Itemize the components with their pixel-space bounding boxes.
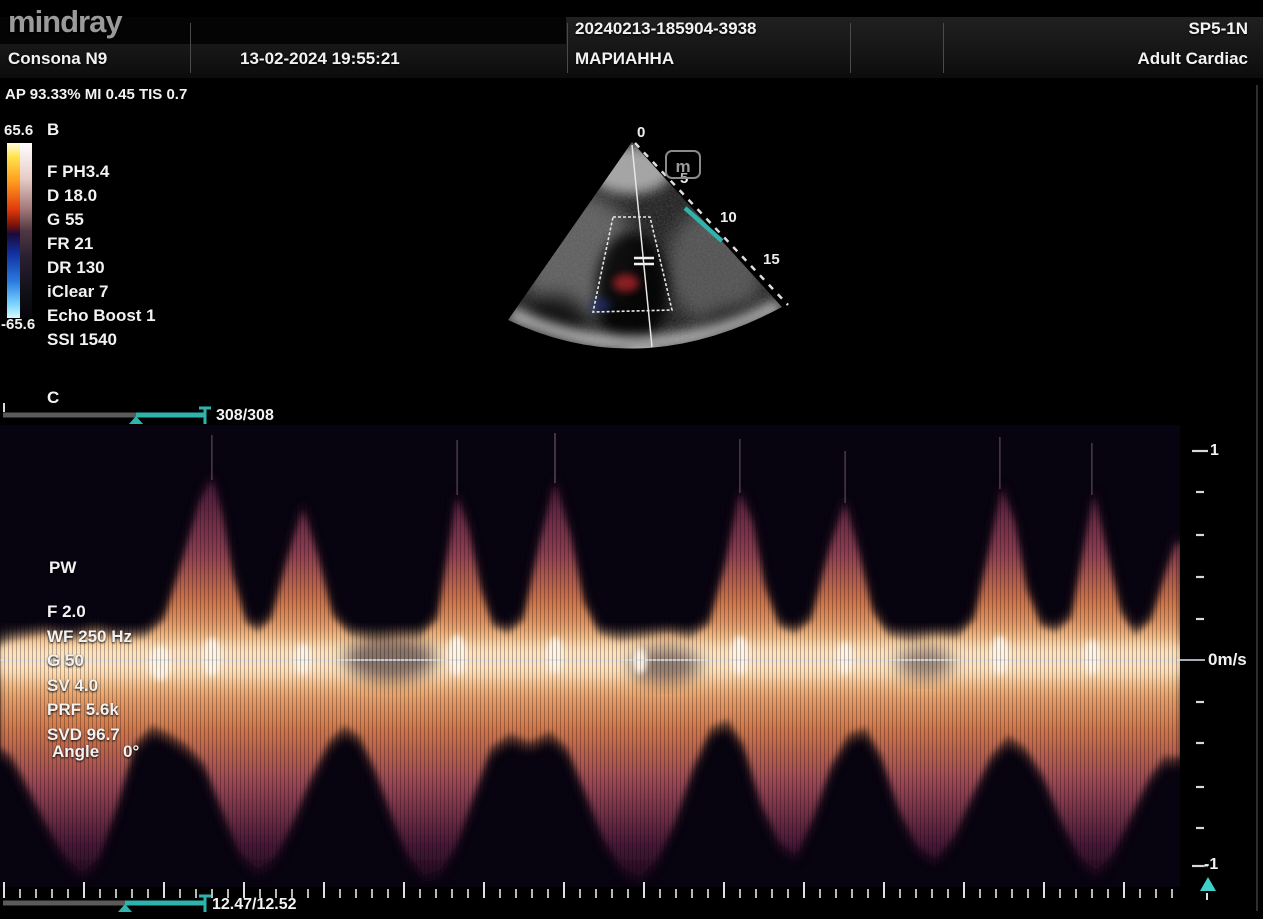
frame-counter: 308/308 xyxy=(216,407,274,425)
colorbar-max-label: 65.6 xyxy=(4,122,33,139)
header-divider xyxy=(850,23,851,73)
tissue-echoes xyxy=(480,115,810,390)
time-axis-ticks xyxy=(0,872,1184,919)
b-param: G 55 xyxy=(47,208,156,232)
angle-value: 0° xyxy=(123,742,139,762)
depth-label: 15 xyxy=(763,251,780,268)
angle-label: Angle xyxy=(52,742,99,761)
pw-param: G 50 xyxy=(47,649,132,674)
mindray-logo: mindray xyxy=(8,4,122,40)
colorbar-min-label: -65.6 xyxy=(1,316,35,333)
depth-label: 10 xyxy=(720,209,737,226)
color-doppler-scale xyxy=(7,143,20,318)
acoustic-power-readout: AP 93.33% MI 0.45 TIS 0.7 xyxy=(5,86,187,103)
pw-mode-params: F 2.0 WF 250 Hz G 50 SV 4.0 PRF 5.6k SVD… xyxy=(47,600,132,748)
timeline-strip xyxy=(0,872,1263,919)
header-divider xyxy=(943,23,944,73)
pw-angle-row: Angle 0° xyxy=(52,742,172,762)
velocity-axis-ticks xyxy=(1192,451,1208,866)
b-mode-label: B xyxy=(47,120,59,140)
datetime: 13-02-2024 19:55:21 xyxy=(240,49,400,69)
gray-scale xyxy=(20,143,32,318)
b-param: iClear 7 xyxy=(47,280,156,304)
time-counter: 12.47/12.52 xyxy=(212,896,297,914)
b-mode-params: F PH3.4 D 18.0 G 55 FR 21 DR 130 iClear … xyxy=(47,160,156,352)
velocity-baseline-label: 0m/s xyxy=(1208,650,1247,670)
b-param: DR 130 xyxy=(47,256,156,280)
velocity-max-label: 1 xyxy=(1210,442,1219,460)
patient-name: МАРИАННА xyxy=(575,49,674,69)
ultrasound-screen: mindray Consona N9 13-02-2024 19:55:21 2… xyxy=(0,0,1263,919)
b-param: Echo Boost 1 xyxy=(47,304,156,328)
pw-param: SV 4.0 xyxy=(47,674,132,699)
b-param: D 18.0 xyxy=(47,184,156,208)
pw-mode-label: PW xyxy=(49,558,76,578)
exam-id: 20240213-185904-3938 xyxy=(575,19,757,39)
color-flow-red xyxy=(613,274,639,292)
pw-param: PRF 5.6k xyxy=(47,698,132,723)
svg-text:m: m xyxy=(675,157,690,176)
header-divider xyxy=(567,23,568,73)
baseline-shift-marker[interactable] xyxy=(1200,877,1216,900)
probe-name: SP5-1N xyxy=(1188,19,1248,39)
orientation-marker-icon: m xyxy=(666,151,700,178)
pw-spectral-display xyxy=(0,425,1263,887)
velocity-colorbar xyxy=(7,143,32,318)
exam-preset: Adult Cardiac xyxy=(1137,49,1248,69)
screen-right-border xyxy=(1256,85,1258,911)
depth-label: 0 xyxy=(637,124,645,141)
system-name: Consona N9 xyxy=(8,49,107,69)
b-param: FR 21 xyxy=(47,232,156,256)
pw-param: WF 250 Hz xyxy=(47,625,132,650)
b-mode-image: 0 5 10 15 m xyxy=(480,115,810,390)
color-flow-blue xyxy=(589,298,611,312)
header-divider xyxy=(190,23,191,73)
b-param: F PH3.4 xyxy=(47,160,156,184)
b-param: SSI 1540 xyxy=(47,328,156,352)
pw-param: F 2.0 xyxy=(47,600,132,625)
